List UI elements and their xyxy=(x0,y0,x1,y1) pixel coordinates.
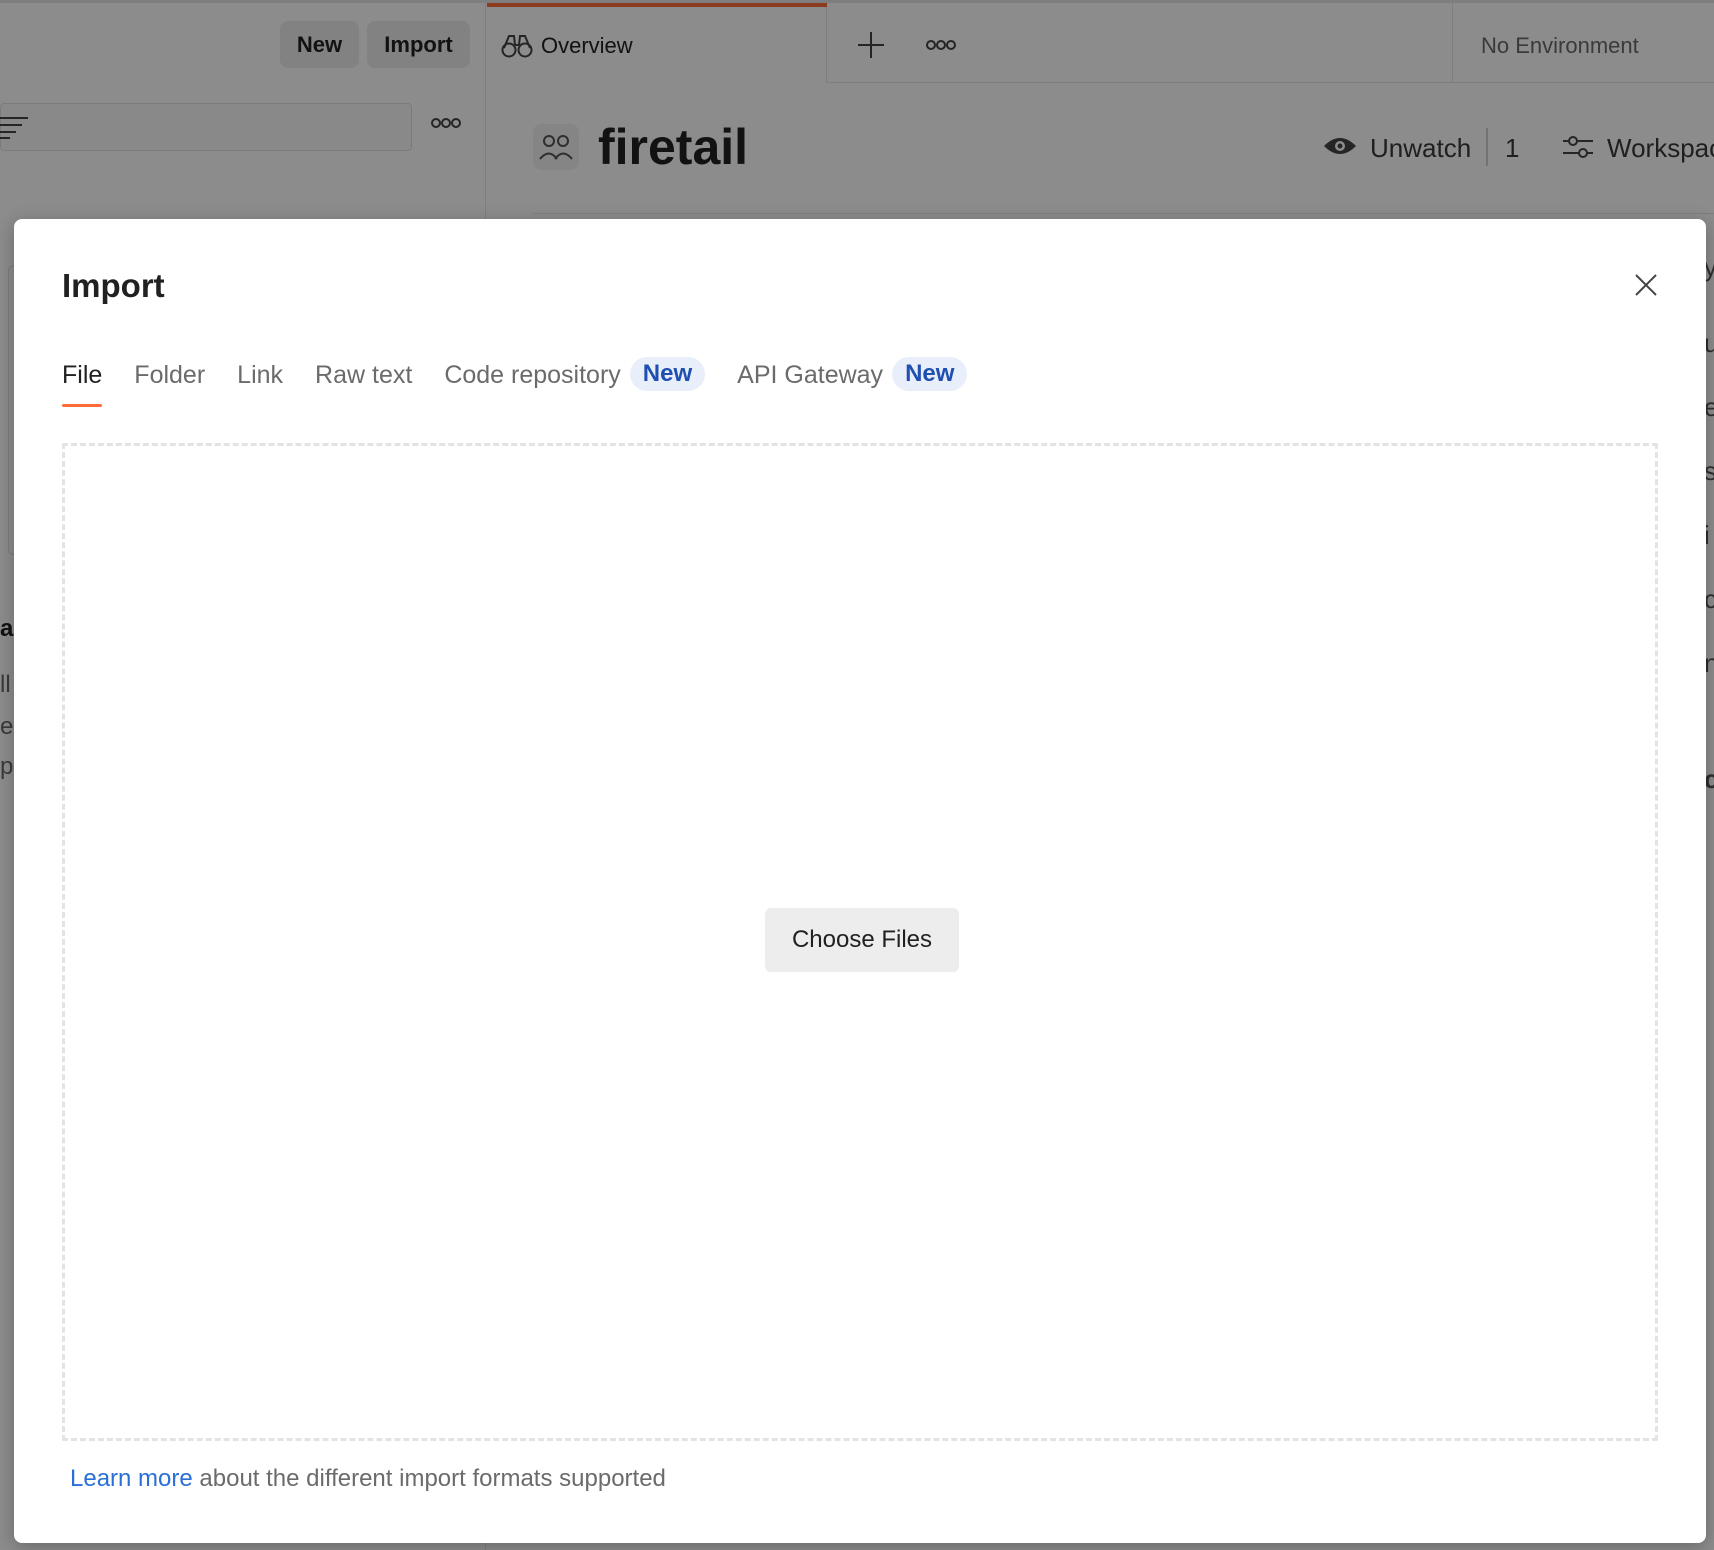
tab-label: Folder xyxy=(134,361,206,389)
dialog-footer: Learn more about the different import fo… xyxy=(70,1465,666,1493)
import-tabs: File Folder Link Raw text Code repositor… xyxy=(62,357,999,411)
new-badge: New xyxy=(629,357,706,391)
file-drop-zone[interactable]: Choose Files xyxy=(62,443,1658,1441)
tab-link[interactable]: Link xyxy=(237,361,283,411)
tab-api-gateway[interactable]: API Gateway New xyxy=(737,357,968,411)
tab-label: Link xyxy=(237,361,284,389)
tab-label: Raw text xyxy=(315,361,413,389)
tab-label: Code repository xyxy=(444,361,621,389)
learn-more-link[interactable]: Learn more xyxy=(70,1465,193,1492)
import-dialog: Import File Folder Link Raw text Code re… xyxy=(14,219,1706,1543)
tab-file[interactable]: File xyxy=(62,361,103,411)
tab-label: File xyxy=(62,361,103,389)
tab-code-repository[interactable]: Code repository New xyxy=(444,357,706,411)
tab-raw-text[interactable]: Raw text xyxy=(315,361,412,411)
tab-label: API Gateway xyxy=(737,361,884,389)
dialog-title: Import xyxy=(62,267,165,304)
new-badge: New xyxy=(892,357,968,391)
close-icon[interactable] xyxy=(1626,265,1666,305)
footer-text: about the different import formats suppo… xyxy=(192,1465,666,1492)
tab-folder[interactable]: Folder xyxy=(134,361,205,411)
choose-files-button[interactable]: Choose Files xyxy=(765,908,959,972)
